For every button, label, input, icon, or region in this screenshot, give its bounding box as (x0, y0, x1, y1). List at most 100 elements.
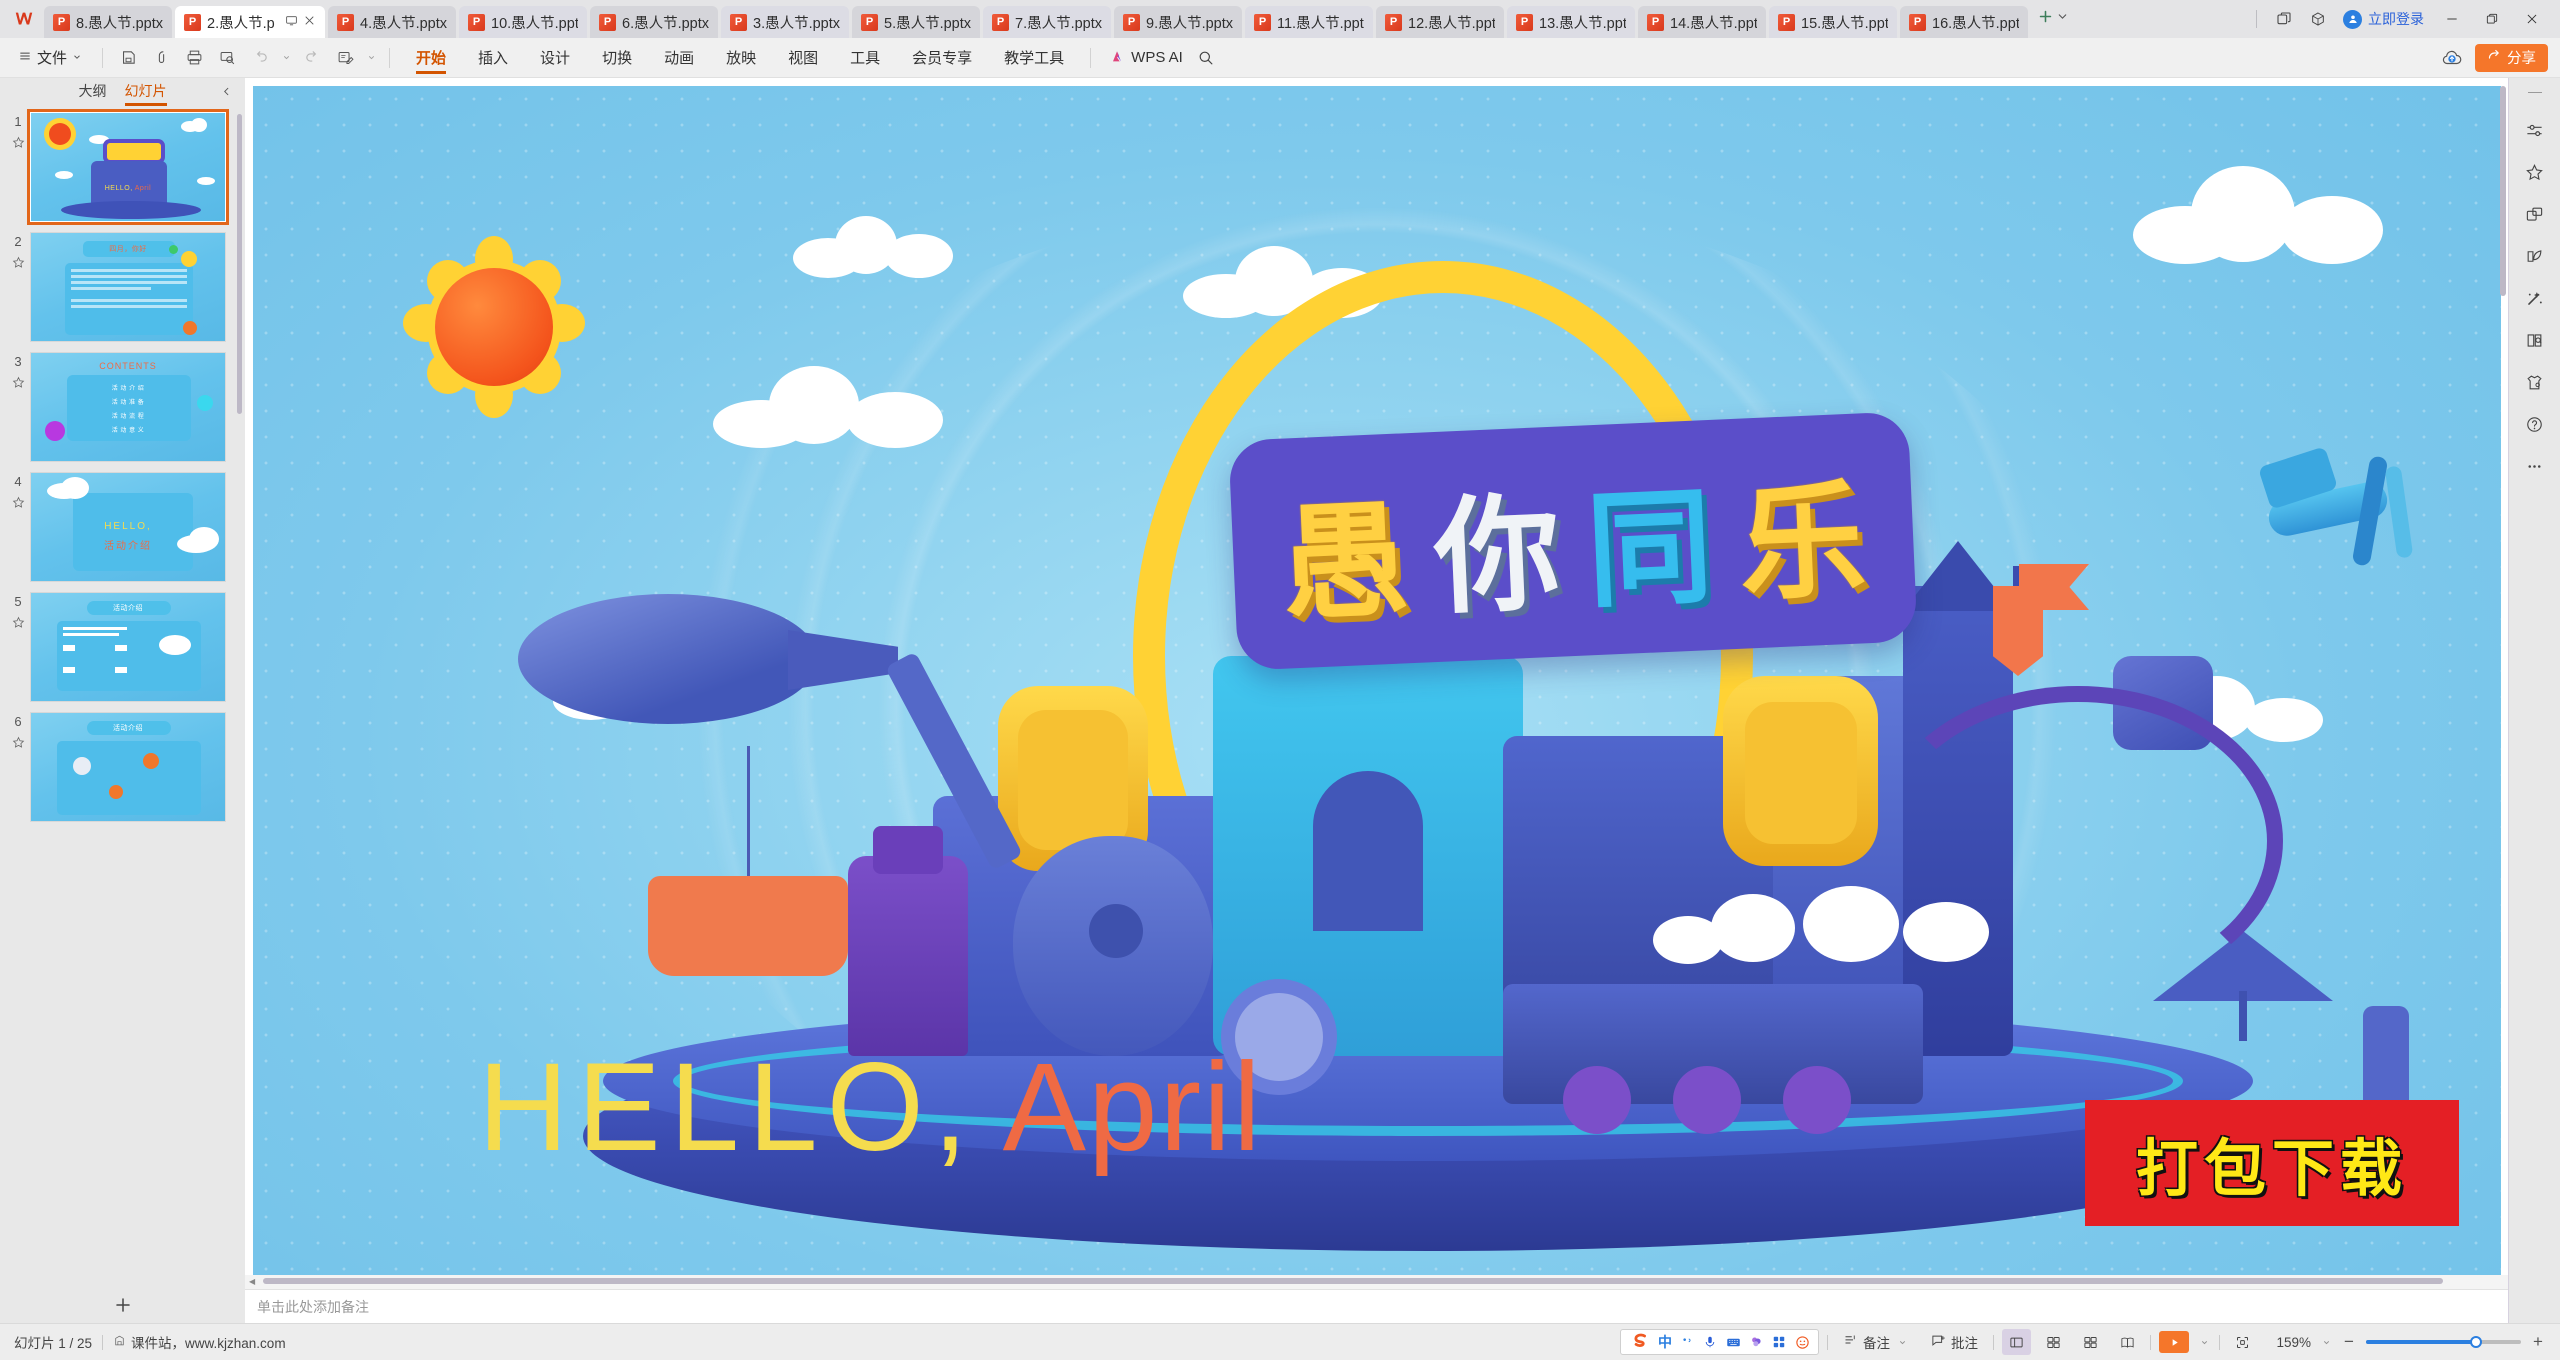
search-icon[interactable] (1191, 44, 1221, 72)
slide-thumbnail-list[interactable]: 1 HELLO, April 2 四月，你好 3 CONTENTS 活 动 介 绍活 动 准… (0, 106, 245, 1287)
ribbon-tab[interactable]: 动画 (648, 38, 710, 78)
undo-dropdown-icon[interactable] (278, 44, 294, 72)
emoji-icon[interactable] (1794, 1334, 1810, 1350)
edit-mode-dropdown-icon[interactable] (363, 44, 379, 72)
document-tab[interactable]: P 8.愚人节.pptx (44, 6, 172, 38)
star-icon[interactable] (12, 256, 25, 274)
comment-button[interactable]: 批注 (1924, 1329, 1985, 1355)
favorite-star-icon[interactable] (2520, 159, 2550, 185)
minimize-icon[interactable] (2434, 0, 2470, 38)
sidebar-tab-slides[interactable]: 幻灯片 (124, 81, 167, 106)
maximize-icon[interactable] (2474, 0, 2510, 38)
slide-vertical-scrollbar[interactable] (2500, 86, 2506, 296)
star-icon[interactable] (12, 616, 25, 634)
ribbon-tabs[interactable]: 开始 插入 设计 切换 动画 放映 视图 工具 会员专享 教学工具 (400, 38, 1080, 78)
fit-to-window-icon[interactable] (2228, 1329, 2257, 1355)
document-tab[interactable]: P 7.愚人节.pptx (983, 6, 1111, 38)
magic-wand-icon[interactable] (2520, 285, 2550, 311)
zoom-slider-track[interactable] (2366, 1336, 2521, 1348)
present-icon[interactable] (285, 14, 298, 31)
sidebar-tab-outline[interactable]: 大纲 (79, 81, 107, 104)
sogou-icon[interactable] (1629, 1331, 1651, 1353)
site-label-group[interactable]: 课件站，www.kjzhan.com (113, 1332, 286, 1352)
slide-canvas[interactable]: 愚 你 同 乐 HELLO, April 打包下载 (253, 86, 2501, 1276)
flower-icon[interactable] (1748, 1334, 1764, 1350)
save-icon[interactable] (113, 44, 143, 72)
ribbon-tab[interactable]: 插入 (462, 38, 524, 78)
sidebar-scrollbar[interactable] (237, 114, 242, 414)
microphone-icon[interactable] (1702, 1334, 1718, 1350)
new-tab-group[interactable] (2031, 0, 2075, 38)
zoom-slider[interactable]: − + (2341, 1332, 2546, 1352)
slide-horizontal-scrollbar-track[interactable]: ◀ (245, 1275, 2508, 1289)
slide-thumbnail[interactable]: CONTENTS 活 动 介 绍活 动 准 备活 动 流 程活 动 意 义 (30, 352, 226, 462)
slide-thumbnail[interactable]: 活动介绍 (30, 712, 226, 822)
document-tab[interactable]: P 14.愚人节.pptx (1638, 6, 1766, 38)
zoom-dropdown-icon[interactable] (2319, 1338, 2333, 1347)
zoom-in-button[interactable]: + (2530, 1332, 2546, 1352)
ribbon-tab[interactable]: 切换 (586, 38, 648, 78)
document-tabs[interactable]: P 8.愚人节.pptx P 2.愚人节.p P 4.愚人节.pptx P 10.愚人节.pp… (44, 0, 2031, 38)
view-grid-icon[interactable] (2076, 1329, 2105, 1355)
notes-pane[interactable]: 单击此处添加备注 (245, 1289, 2508, 1323)
slide-thumbnail[interactable]: HELLO, April (27, 109, 229, 225)
ribbon-tab[interactable]: 放映 (710, 38, 772, 78)
ime-language[interactable]: 中 (1658, 1332, 1672, 1352)
document-tab[interactable]: P 4.愚人节.pptx (328, 6, 456, 38)
star-icon[interactable] (12, 496, 25, 514)
ribbon-tab[interactable]: 开始 (400, 38, 462, 78)
find-document-icon[interactable] (2520, 327, 2550, 353)
document-tab[interactable]: P 2.愚人节.p (175, 6, 325, 38)
document-tab[interactable]: P 5.愚人节.pptx (852, 6, 980, 38)
add-slide-button[interactable] (0, 1287, 245, 1323)
wps-logo-icon[interactable] (4, 0, 44, 38)
chevron-down-icon[interactable] (2056, 10, 2069, 28)
slide-thumbnail[interactable]: HELLO, 活动介绍 (30, 472, 226, 582)
feather-design-icon[interactable] (2520, 243, 2550, 269)
ribbon-tab[interactable]: 会员专享 (896, 38, 988, 78)
slide-thumbnail-row[interactable]: 6 活动介绍 (0, 712, 245, 822)
slide-thumbnail-row[interactable]: 1 HELLO, April (0, 109, 245, 225)
clothing-template-icon[interactable] (2520, 369, 2550, 395)
wps-ai-button[interactable]: WPS AI (1101, 48, 1191, 68)
zoom-level-label[interactable]: 159% (2265, 1335, 2311, 1350)
slide-thumbnail-row[interactable]: 3 CONTENTS 活 动 介 绍活 动 准 备活 动 流 程活 动 意 义 (0, 352, 245, 462)
document-tab[interactable]: P 12.愚人节.pptx (1376, 6, 1504, 38)
close-tab-icon[interactable] (303, 14, 316, 31)
ribbon-tab[interactable]: 教学工具 (988, 38, 1080, 78)
slide-thumbnail-row[interactable]: 2 四月，你好 (0, 232, 245, 342)
ime-toolbar[interactable]: 中 (1620, 1329, 1819, 1355)
selection-pane-icon[interactable] (2520, 201, 2550, 227)
document-tab[interactable]: P 3.愚人节.pptx (721, 6, 849, 38)
undo-icon[interactable] (245, 44, 275, 72)
play-dropdown-icon[interactable] (2197, 1338, 2211, 1347)
slide-canvas-area[interactable]: 愚 你 同 乐 HELLO, April 打包下载 (245, 78, 2508, 1276)
play-icon[interactable] (2159, 1331, 2189, 1353)
star-icon[interactable] (12, 736, 25, 754)
ribbon-tab[interactable]: 工具 (834, 38, 896, 78)
login-button[interactable]: 立即登录 (2337, 9, 2430, 29)
slide-horizontal-scrollbar[interactable] (263, 1278, 2443, 1284)
apps-grid-icon[interactable] (1771, 1334, 1787, 1350)
view-sorter-icon[interactable] (2039, 1329, 2068, 1355)
close-icon[interactable] (2514, 0, 2550, 38)
plus-icon[interactable] (2037, 8, 2054, 30)
slide-thumbnail[interactable]: 活动介绍 (30, 592, 226, 702)
document-tab[interactable]: P 11.愚人节.pptx (1245, 6, 1373, 38)
document-tab[interactable]: P 13.愚人节.pptx (1507, 6, 1635, 38)
punctuation-icon[interactable] (1679, 1334, 1695, 1350)
help-icon[interactable] (2520, 411, 2550, 437)
print-preview-icon[interactable] (212, 44, 242, 72)
zoom-out-button[interactable]: − (2341, 1332, 2357, 1352)
redo-icon[interactable] (297, 44, 327, 72)
ribbon-tab[interactable]: 视图 (772, 38, 834, 78)
star-icon[interactable] (12, 136, 25, 154)
chevron-down-icon[interactable] (1895, 1338, 1909, 1347)
more-options-icon[interactable] (2520, 453, 2550, 479)
print-icon[interactable] (179, 44, 209, 72)
slide-thumbnail-row[interactable]: 4 HELLO, 活动介绍 (0, 472, 245, 582)
file-menu-button[interactable]: 文件 (8, 44, 92, 72)
view-normal-icon[interactable] (2002, 1329, 2031, 1355)
document-tab[interactable]: P 9.愚人节.pptx (1114, 6, 1242, 38)
zoom-slider-knob[interactable] (2470, 1336, 2482, 1348)
